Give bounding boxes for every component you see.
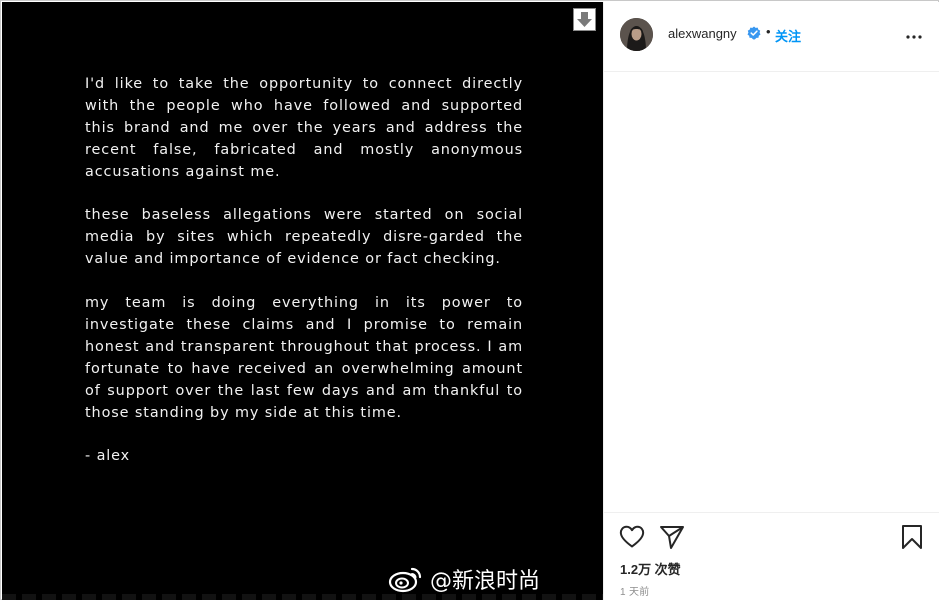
watermark: @新浪时尚 [388, 562, 540, 596]
post-header: alexwangny • 关注 [604, 2, 939, 72]
header-separator: • [766, 24, 771, 39]
post-image[interactable]: I'd like to take the opportunity to conn… [2, 2, 603, 600]
weibo-icon [388, 567, 422, 593]
post-actions: 1.2万 次赞 1 天前 [604, 512, 939, 600]
statement-paragraph-1: I'd like to take the opportunity to conn… [85, 76, 523, 180]
share-button[interactable] [658, 523, 686, 551]
like-button[interactable] [618, 523, 646, 551]
post-timestamp[interactable]: 1 天前 [620, 583, 650, 598]
heart-icon [619, 525, 645, 548]
statement-text: I'd like to take the opportunity to conn… [85, 74, 523, 468]
statement-paragraph-2: these baseless allegations were started … [85, 207, 523, 268]
avatar[interactable] [620, 18, 653, 51]
post-viewer: I'd like to take the opportunity to conn… [0, 0, 939, 600]
download-arrow-icon [577, 12, 592, 27]
watermark-text: @新浪时尚 [430, 569, 541, 594]
more-options-button[interactable] [904, 27, 924, 47]
statement-paragraph-3: my team is doing everything in its power… [85, 295, 523, 421]
bookmark-icon [902, 525, 922, 549]
likes-count[interactable]: 1.2万 次赞 [620, 559, 681, 578]
avatar-image [620, 18, 653, 51]
download-button[interactable] [573, 8, 596, 31]
verified-badge-icon [747, 26, 761, 40]
username-link[interactable]: alexwangny [668, 26, 737, 41]
statement-signature: - alex [85, 448, 131, 465]
more-options-icon [906, 35, 922, 39]
save-button[interactable] [898, 523, 926, 551]
post-sidebar: alexwangny • 关注 1.2万 次赞 1 天前 [603, 2, 939, 600]
paper-plane-icon [660, 526, 684, 549]
image-bottom-edge [2, 594, 603, 600]
follow-button[interactable]: 关注 [775, 26, 801, 45]
